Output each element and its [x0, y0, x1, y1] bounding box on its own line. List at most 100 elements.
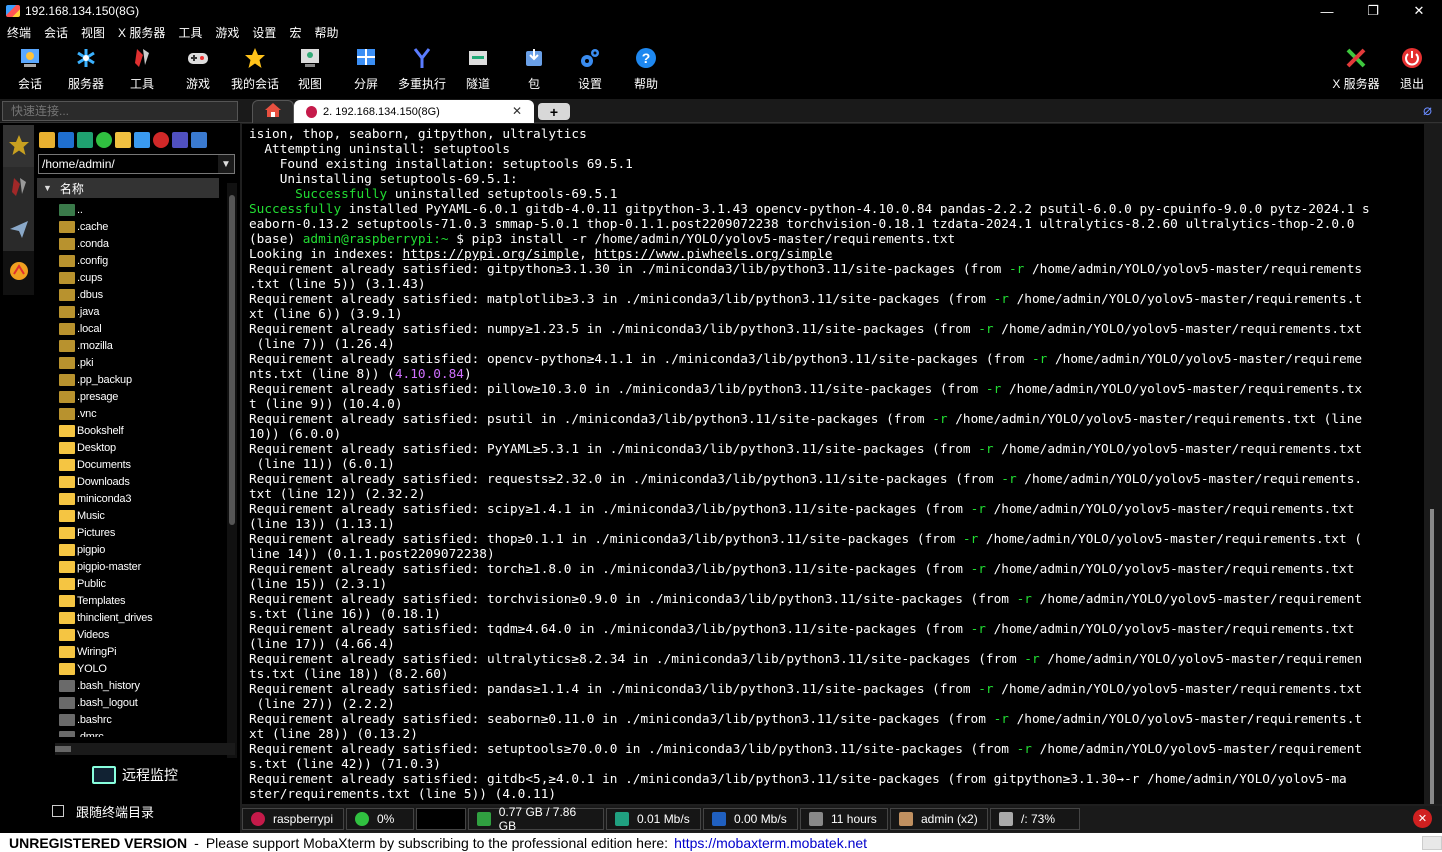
tools-tab[interactable] [3, 167, 34, 211]
remote-monitoring-button[interactable]: 远程监控 [92, 763, 178, 787]
folder-icon [59, 492, 75, 505]
upload-speed-icon [615, 812, 629, 826]
file-list-item[interactable]: .bash_history [59, 677, 140, 694]
file-list-item[interactable]: .bash_logout [59, 694, 138, 711]
file-list-item[interactable]: pigpio [59, 541, 105, 558]
file-list-item[interactable]: Videos [59, 626, 109, 643]
file-list-item[interactable]: Documents [59, 456, 131, 473]
file-list-item[interactable]: .java [59, 303, 99, 320]
file-list-hscrollbar[interactable] [55, 743, 235, 755]
folder-up-icon[interactable] [39, 131, 55, 148]
macros-tab[interactable] [3, 251, 34, 295]
tunnel-button[interactable]: 隧道 [462, 46, 494, 96]
maximize-button[interactable]: ❐ [1350, 0, 1396, 22]
tools-button[interactable]: 工具 [126, 46, 158, 96]
file-list-item[interactable]: .presage [59, 388, 118, 405]
quick-connect-input[interactable] [2, 101, 238, 121]
chevron-down-icon[interactable]: ▼ [218, 155, 234, 173]
file-browser-panel: /home/admin/ ▼ ▼ 名称 .. .cache .conda .confi… [37, 123, 240, 833]
terminal-output[interactable]: ision, thop, seaborn, gitpython, ultraly… [242, 124, 1424, 804]
file-list-item[interactable]: .bashrc [59, 711, 112, 728]
file-list-item[interactable]: .pp_backup [59, 371, 132, 388]
folder-icon [59, 577, 75, 590]
file-list-item[interactable]: .dmrc [59, 728, 104, 737]
delete-icon[interactable] [153, 131, 169, 148]
file-list-item[interactable]: Public [59, 575, 106, 592]
registration-bar: UNREGISTERED VERSION - Please support Mo… [0, 833, 1442, 852]
menu-view[interactable]: 视图 [81, 24, 105, 41]
folder-icon [59, 288, 75, 301]
path-input[interactable]: /home/admin/ ▼ [38, 154, 235, 174]
file-list-item[interactable]: Templates [59, 592, 126, 609]
sftp-tab[interactable] [3, 209, 34, 253]
help-button[interactable]: ? 帮助 [630, 46, 662, 96]
new-tab-button[interactable]: + [538, 103, 570, 120]
download-icon[interactable] [58, 131, 74, 148]
file-list-item[interactable]: .local [59, 320, 102, 337]
file-list-item[interactable]: Pictures [59, 524, 115, 541]
menu-settings[interactable]: 设置 [252, 24, 276, 41]
upload-icon[interactable] [77, 131, 93, 148]
session-button[interactable]: 会话 [14, 46, 46, 96]
exit-button[interactable]: 退出 [1396, 46, 1428, 96]
split-view-icon[interactable] [191, 131, 207, 148]
sidebar-vertical-tabs [0, 123, 37, 833]
file-list-item[interactable]: pigpio-master [59, 558, 141, 575]
file-list-item[interactable]: .. [59, 201, 83, 218]
folder-icon [59, 628, 75, 641]
file-list-item[interactable]: Bookshelf [59, 422, 124, 439]
close-window-button[interactable]: ✕ [1396, 0, 1442, 22]
file-list-item[interactable]: Music [59, 507, 105, 524]
split-button[interactable]: 分屏 [350, 46, 382, 96]
file-list-item[interactable]: .mozilla [59, 337, 113, 354]
file-list-item[interactable]: Downloads [59, 473, 130, 490]
file-list-item[interactable]: .vnc [59, 405, 97, 422]
star-icon [243, 46, 267, 70]
terminal-scrollbar[interactable] [1424, 124, 1442, 804]
menu-help[interactable]: 帮助 [314, 24, 338, 41]
file-list-item[interactable]: miniconda3 [59, 490, 131, 507]
file-list-item[interactable]: .dbus [59, 286, 103, 303]
sessions-star-tab[interactable] [3, 125, 34, 169]
new-folder-icon[interactable] [115, 131, 131, 148]
tab-session[interactable]: 2. 192.168.134.150(8G) ✕ [294, 100, 534, 123]
close-tab-icon[interactable]: ✕ [512, 104, 522, 118]
close-session-icon[interactable]: ✕ [1413, 809, 1432, 828]
file-list-item[interactable]: Desktop [59, 439, 116, 456]
file-list-item[interactable]: .conda [59, 235, 109, 252]
new-file-icon[interactable] [134, 131, 150, 148]
menu-sessions[interactable]: 会话 [44, 24, 68, 41]
menu-games[interactable]: 游戏 [215, 24, 239, 41]
terminal-line: Requirement already satisfied: scipy≥1.4… [249, 502, 1355, 517]
refresh-icon[interactable] [96, 131, 112, 148]
packages-button[interactable]: 包 [518, 46, 550, 96]
home-tab[interactable] [252, 100, 294, 123]
file-list-item[interactable]: YOLO [59, 660, 107, 677]
follow-terminal-folder-checkbox[interactable]: 跟随终端目录 [52, 801, 154, 821]
file-list-item[interactable]: .pki [59, 354, 94, 371]
menu-terminal[interactable]: 终端 [7, 24, 31, 41]
file-list-scrollbar[interactable] [227, 183, 237, 758]
menu-tools[interactable]: 工具 [178, 24, 202, 41]
file-list-item[interactable]: .cups [59, 269, 102, 286]
checkbox[interactable] [52, 805, 64, 817]
paperclip-icon[interactable]: ⌀ [1423, 101, 1432, 119]
multiexec-button[interactable]: 多重执行 [396, 46, 448, 96]
file-list-item[interactable]: .config [59, 252, 108, 269]
name-column-header[interactable]: ▼ 名称 [37, 178, 219, 198]
my-sessions-button[interactable]: 我的会话 [228, 46, 282, 96]
minimize-button[interactable]: — [1304, 0, 1350, 22]
settings-button[interactable]: 设置 [574, 46, 606, 96]
file-list-item[interactable]: WiringPi [59, 643, 117, 660]
servers-button[interactable]: 服务器 [66, 46, 106, 96]
rename-icon[interactable] [172, 131, 188, 148]
menu-macros[interactable]: 宏 [289, 24, 301, 41]
games-button[interactable]: 游戏 [182, 46, 214, 96]
file-list-item[interactable]: .cache [59, 218, 108, 235]
resize-grip[interactable] [1422, 836, 1442, 850]
mobaxterm-link[interactable]: https://mobaxterm.mobatek.net [674, 835, 867, 851]
xserver-button[interactable]: X 服务器 [1330, 46, 1382, 96]
menu-xserver[interactable]: X 服务器 [118, 24, 165, 41]
file-list-item[interactable]: thinclient_drives [59, 609, 153, 626]
view-button[interactable]: 视图 [294, 46, 326, 96]
